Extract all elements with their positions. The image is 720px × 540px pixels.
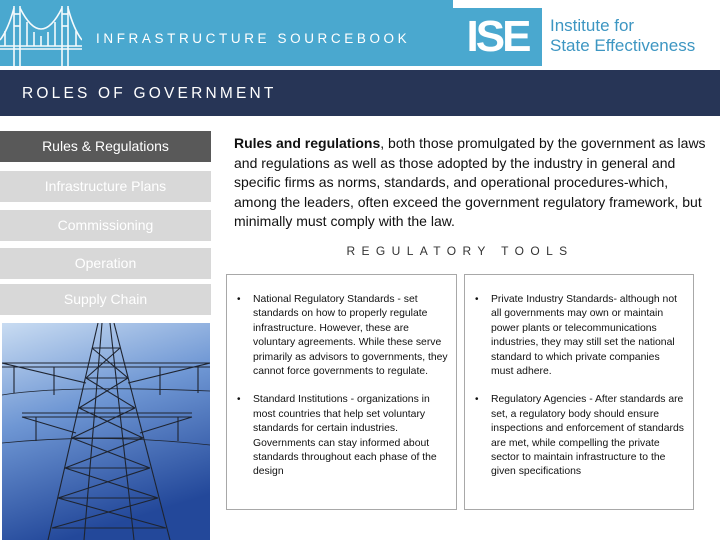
bullet-icon: • [237,394,241,406]
tools-box-right: • Private Industry Standards- although n… [464,274,694,510]
logo-line-1: Institute for [550,16,635,35]
nav-item-operation[interactable]: Operation [0,248,211,279]
intro-paragraph: Rules and regulations, both those promul… [234,134,710,232]
intro-bold: Rules and regulations [234,135,381,151]
nav-item-commissioning[interactable]: Commissioning [0,210,211,241]
nav-item-infrastructure-plans[interactable]: Infrastructure Plans [0,171,211,202]
nav-item-supply-chain[interactable]: Supply Chain [0,284,211,315]
tool-item-text: National Regulatory Standards - set stan… [253,294,448,378]
tool-item-text: Private Industry Standards- although not… [491,294,677,378]
logo-line-2: State Effectiveness [550,36,696,55]
bullet-icon: • [237,294,241,305]
tool-item-text: Standard Institutions - organizations in… [253,394,437,478]
tools-list-left: • National Regulatory Standards - set st… [237,293,448,494]
bridge-illustration [0,6,82,66]
section-bar: ROLES OF GOVERNMENT [0,70,720,116]
tool-item: • Private Industry Standards- although n… [475,293,685,379]
ise-logo-text: Institute for State Effectiveness [550,16,695,56]
tool-item: • National Regulatory Standards - set st… [237,293,448,379]
bullet-icon: • [475,394,479,406]
ise-logo-mark: ISE [453,8,542,66]
top-banner: INFRASTRUCTURE SOURCEBOOK ISE Institute … [0,0,720,68]
banner-strip: INFRASTRUCTURE SOURCEBOOK [0,0,453,66]
regulatory-tools-heading: REGULATORY TOOLS [346,244,574,258]
tool-item: • Regulatory Agencies - After standards … [475,393,685,479]
sourcebook-title: INFRASTRUCTURE SOURCEBOOK [96,31,411,46]
pylon-photo [2,323,210,540]
section-title: ROLES OF GOVERNMENT [22,85,277,102]
bullet-icon: • [475,294,479,305]
tools-list-right: • Private Industry Standards- although n… [475,293,685,494]
tool-item: • Standard Institutions - organizations … [237,393,448,479]
tool-item-text: Regulatory Agencies - After standards ar… [491,394,684,478]
pylon-image [2,323,210,540]
nav-item-rules-regulations[interactable]: Rules & Regulations [0,131,211,162]
tools-box-left: • National Regulatory Standards - set st… [226,274,457,510]
